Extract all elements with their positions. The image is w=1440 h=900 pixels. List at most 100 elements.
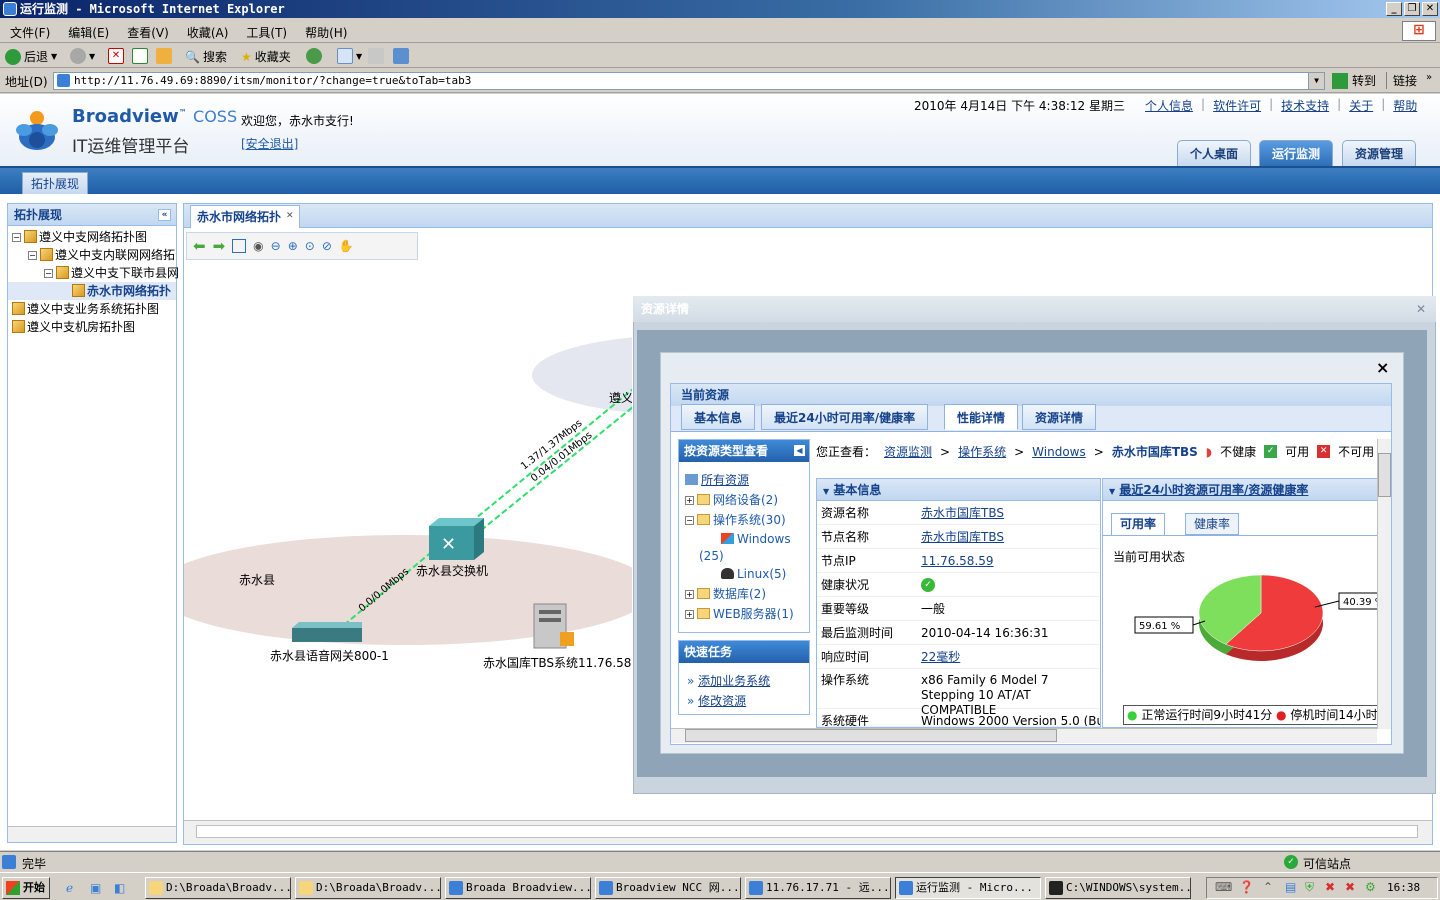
edit-button[interactable]: [393, 48, 409, 64]
collapse-pane-icon[interactable]: ◀: [794, 445, 805, 456]
start-button[interactable]: 开始: [2, 877, 50, 899]
tab-resources[interactable]: 资源管理: [1342, 140, 1417, 166]
breadcrumb-os[interactable]: 操作系统: [958, 443, 1006, 460]
menu-file[interactable]: 文件(F): [0, 19, 58, 41]
resource-type-item[interactable]: + 网络设备(2): [685, 490, 809, 510]
link-help[interactable]: 帮助: [1393, 97, 1417, 114]
tray-connection-icon[interactable]: ⚙: [1365, 880, 1376, 894]
basic-info-value[interactable]: 11.76.58.59: [921, 549, 994, 573]
main-hscroll[interactable]: [184, 820, 1432, 844]
edit-resource-link[interactable]: 修改资源: [698, 694, 746, 708]
address-input[interactable]: http://11.76.49.69:8890/itsm/monitor/?ch…: [53, 72, 1325, 90]
dialog-hscroll[interactable]: [671, 728, 1377, 743]
go-button[interactable]: 转到: [1332, 72, 1376, 89]
tab-monitoring[interactable]: 运行监测: [1259, 140, 1334, 166]
resource-type-item[interactable]: + 数据库(2): [685, 584, 809, 604]
resource-type-item[interactable]: Linux(5): [685, 564, 809, 584]
tree-expand-icon[interactable]: −: [44, 269, 53, 278]
tray-network-icon[interactable]: ⌨: [1215, 880, 1232, 894]
basic-info-value[interactable]: 赤水市国库TBS: [921, 525, 1004, 549]
server-label[interactable]: 赤水国库TBS系统11.76.58.59: [483, 655, 632, 670]
breadcrumb-windows[interactable]: Windows: [1032, 445, 1086, 459]
link-profile[interactable]: 个人信息: [1145, 97, 1193, 114]
taskbar-item[interactable]: 11.76.17.71 - 远...: [745, 877, 891, 899]
link-about[interactable]: 关于: [1349, 97, 1373, 114]
type-expand-icon[interactable]: +: [685, 590, 694, 599]
type-expand-icon[interactable]: +: [685, 496, 694, 505]
tree-item[interactable]: − 遵义中支网络拓扑图: [8, 228, 176, 246]
availability-title[interactable]: 最近24小时资源可用率/资源健康率: [1119, 483, 1308, 497]
link-support[interactable]: 技术支持: [1281, 97, 1329, 114]
favorites-button[interactable]: ★ 收藏夹: [241, 48, 291, 65]
back-button[interactable]: 后退 ▼: [5, 48, 57, 65]
mail-button[interactable]: ▼: [337, 48, 362, 64]
tree-expand-icon[interactable]: −: [12, 233, 21, 242]
tab-resource-detail[interactable]: 资源详情: [1022, 404, 1097, 430]
taskbar-item[interactable]: C:\WINDOWS\system...: [1045, 877, 1191, 899]
tab-desktop[interactable]: 个人桌面: [1177, 140, 1252, 166]
resource-type-item[interactable]: Windows: [685, 530, 809, 548]
tray-expand-icon[interactable]: ⌃: [1263, 880, 1273, 894]
gateway-device-icon[interactable]: [292, 622, 362, 642]
gateway-label[interactable]: 赤水县语音网关800-1: [270, 648, 389, 663]
tray-antivirus-icon[interactable]: ✖: [1325, 880, 1335, 894]
close-tab-icon[interactable]: ✕: [286, 211, 296, 221]
tab-availability[interactable]: 可用率: [1111, 513, 1166, 535]
dialog-vscroll[interactable]: [1377, 439, 1391, 729]
tab-basic-info[interactable]: 基本信息: [681, 404, 756, 430]
resource-type-item[interactable]: + WEB服务器(1): [685, 604, 809, 624]
close-outer-dialog-icon[interactable]: ✕: [1416, 296, 1426, 322]
menu-favorites[interactable]: 收藏(A): [177, 19, 237, 41]
sidebar-hscroll[interactable]: [8, 826, 176, 842]
resource-type-item[interactable]: − 操作系统(30): [685, 510, 809, 530]
tree-item[interactable]: − 遵义中支下联市县网: [8, 264, 179, 282]
links-chevron-icon[interactable]: »: [1426, 72, 1432, 83]
subtab-topology[interactable]: 拓扑展现: [22, 172, 89, 194]
menu-view[interactable]: 查看(V): [117, 19, 177, 41]
maximize-button[interactable]: ❐: [1404, 2, 1420, 16]
menu-help[interactable]: 帮助(H): [295, 19, 355, 41]
tray-shield-icon[interactable]: ⛨: [1305, 880, 1314, 895]
stop-button[interactable]: ✕: [108, 48, 124, 64]
links-button[interactable]: 链接: [1386, 72, 1417, 89]
close-window-button[interactable]: ✕: [1422, 2, 1438, 16]
tree-item[interactable]: − 遵义中支内联网网络拓: [8, 246, 176, 264]
link-license[interactable]: 软件许可: [1213, 97, 1261, 114]
breadcrumb-monitor[interactable]: 资源监测: [884, 443, 932, 460]
tree-expand-icon[interactable]: −: [28, 251, 37, 260]
resource-type-item[interactable]: (25): [685, 548, 809, 564]
switch-label[interactable]: 赤水县交换机: [416, 563, 488, 578]
menu-edit[interactable]: 编辑(E): [58, 19, 117, 41]
tree-item[interactable]: 遵义中支业务系统拓扑图: [8, 300, 176, 318]
address-dropdown-icon[interactable]: ▼: [1308, 73, 1324, 89]
taskbar-item[interactable]: Broadview NCC 网...: [595, 877, 741, 899]
tab-performance[interactable]: 性能详情: [944, 404, 1019, 430]
add-business-system-link[interactable]: 添加业务系统: [698, 674, 770, 688]
quicklaunch-app-icon[interactable]: ◧: [114, 881, 125, 895]
quicklaunch-desktop-icon[interactable]: ▣: [90, 881, 101, 895]
print-button[interactable]: [368, 48, 384, 64]
collapse-sidebar-icon[interactable]: «: [158, 209, 171, 221]
search-button[interactable]: 🔍 搜索: [185, 48, 227, 65]
taskbar-item[interactable]: D:\Broada\Broadv...: [295, 877, 441, 899]
type-expand-icon[interactable]: +: [685, 610, 694, 619]
taskbar-item[interactable]: D:\Broada\Broadv...: [145, 877, 291, 899]
tray-monitor-icon[interactable]: ▤: [1285, 880, 1296, 894]
forward-button[interactable]: ▼: [70, 48, 95, 64]
tab-24h-availability[interactable]: 最近24小时可用率/健康率: [761, 404, 929, 430]
resource-type-item[interactable]: 所有资源: [685, 470, 809, 490]
taskbar-item[interactable]: Broada Broadview...: [445, 877, 591, 899]
taskbar-item[interactable]: 运行监测 - Micro...: [895, 877, 1041, 899]
logout-link[interactable]: [安全退出]: [241, 135, 298, 152]
menu-tools[interactable]: 工具(T): [236, 19, 295, 41]
type-expand-icon[interactable]: −: [685, 516, 694, 525]
basic-info-value[interactable]: 赤水市国库TBS: [921, 501, 1004, 525]
tray-alert-icon[interactable]: ✖: [1345, 880, 1355, 894]
refresh-button[interactable]: [132, 48, 148, 64]
tab-health[interactable]: 健康率: [1185, 513, 1240, 535]
tab-chishui-topology[interactable]: 赤水市网络拓扑 ✕: [190, 205, 301, 228]
tree-item[interactable]: 赤水市网络拓扑: [8, 282, 176, 300]
history-button[interactable]: [306, 48, 322, 64]
close-dialog-icon[interactable]: ×: [1376, 358, 1389, 377]
tree-item[interactable]: 遵义中支机房拓扑图: [8, 318, 176, 336]
